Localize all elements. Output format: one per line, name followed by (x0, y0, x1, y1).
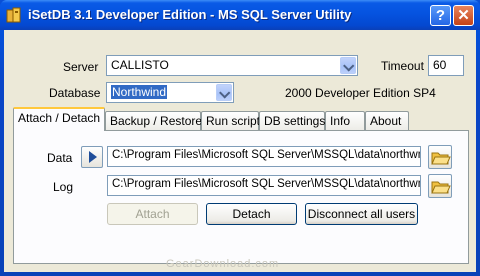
attach-detach-panel: Data C:\Program Files\Microsoft SQL Serv… (13, 130, 469, 264)
tab-run-script[interactable]: Run script (201, 111, 261, 131)
database-app-icon (6, 7, 21, 23)
edition-text: 2000 Developer Edition SP4 (285, 86, 436, 100)
chevron-down-icon[interactable] (340, 57, 356, 74)
attach-button[interactable]: Attach (107, 203, 198, 225)
tab-label: Info (330, 114, 351, 128)
tab-attach-detach[interactable]: Attach / Detach (13, 107, 105, 131)
folder-open-icon (431, 152, 451, 165)
database-label: Database (49, 86, 101, 100)
app-window: iSetDB 3.1 Developer Edition - MS SQL Se… (0, 0, 480, 276)
tab-label: Run script (206, 114, 261, 128)
data-file-path-input[interactable]: C:\Program Files\Microsoft SQL Server\MS… (107, 146, 421, 167)
log-browse-button[interactable] (428, 174, 452, 198)
database-combobox[interactable]: Northwind (106, 82, 234, 103)
tab-backup-restore[interactable]: Backup / Restore (105, 111, 203, 131)
folder-open-icon (431, 181, 451, 194)
tab-label: Attach / Detach (18, 111, 101, 125)
log-label: Log (53, 180, 74, 194)
window-title: iSetDB 3.1 Developer Edition - MS SQL Se… (28, 7, 352, 22)
disconnect-all-users-button[interactable]: Disconnect all users (305, 203, 418, 225)
close-button[interactable]: ✕ (453, 5, 474, 26)
tab-label: Backup / Restore (110, 114, 203, 128)
log-file-path-input[interactable]: C:\Program Files\Microsoft SQL Server\MS… (107, 175, 421, 196)
chevron-down-icon[interactable] (216, 84, 232, 101)
data-label: Data (47, 151, 73, 165)
data-browse-button[interactable] (428, 145, 452, 169)
title-bar[interactable]: iSetDB 3.1 Developer Edition - MS SQL Se… (0, 0, 480, 30)
database-value: Northwind (111, 85, 168, 99)
server-label: Server (63, 60, 99, 74)
detach-button[interactable]: Detach (206, 203, 297, 225)
data-expand-button[interactable] (81, 146, 103, 168)
tab-db-settings[interactable]: DB settings (259, 111, 325, 131)
client-area: Server CALLISTO Timeout 60 Database Nort… (4, 30, 476, 272)
play-arrow-icon (89, 151, 97, 163)
tab-info[interactable]: Info (325, 111, 365, 131)
tab-about[interactable]: About (365, 111, 409, 131)
timeout-label: Timeout (381, 59, 424, 73)
server-combobox[interactable]: CALLISTO (106, 55, 358, 76)
tab-label: About (370, 114, 402, 128)
timeout-input[interactable]: 60 (428, 55, 464, 76)
watermark: GearDownload.com (166, 258, 280, 270)
help-button[interactable]: ? (430, 5, 451, 26)
tab-label: DB settings (264, 114, 326, 128)
server-value: CALLISTO (111, 58, 169, 72)
